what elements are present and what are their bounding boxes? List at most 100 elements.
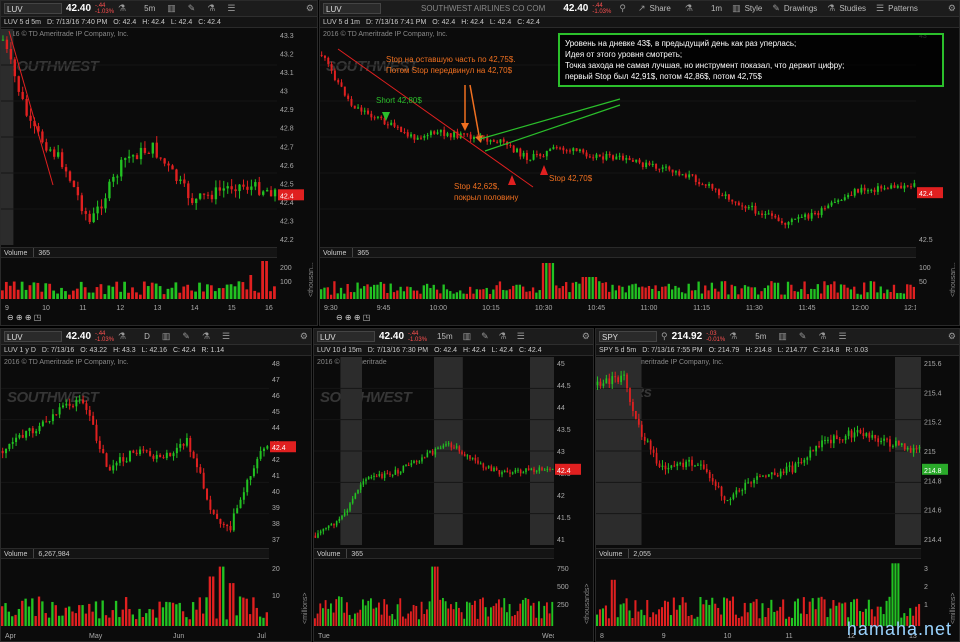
patterns-menu[interactable]: Patterns — [888, 4, 918, 13]
candle-body — [426, 452, 429, 458]
symbol-selector[interactable]: LUV — [4, 3, 62, 14]
candle-body — [320, 54, 323, 56]
drawing-icon[interactable]: ✎ — [799, 331, 807, 342]
candle-body — [906, 447, 909, 450]
studies-menu[interactable]: Studies — [839, 4, 866, 13]
volume-unit-label: <thousan... — [308, 262, 315, 297]
volume-bar — [410, 611, 412, 626]
symbol-selector[interactable]: LUV — [4, 331, 62, 342]
bars-icon[interactable]: ▥ — [778, 331, 787, 342]
candle-body — [449, 133, 452, 138]
candle-body — [45, 142, 48, 151]
volume-bar — [899, 292, 902, 299]
symbol-selector[interactable]: LUV — [317, 331, 375, 342]
interval-selector[interactable]: 5m — [755, 332, 766, 341]
patterns-icon[interactable]: ☰ — [839, 331, 847, 342]
time-tick-label: 11:45 — [799, 305, 816, 312]
volume-bar — [764, 616, 767, 626]
time-tick-label: 11:15 — [693, 305, 710, 312]
volume-bar — [892, 284, 896, 299]
volume-bar — [329, 294, 333, 299]
candle-body — [65, 403, 68, 406]
volume-bar — [257, 292, 261, 299]
candle-body — [780, 221, 783, 223]
link-icon[interactable]: ⚲ — [661, 331, 668, 342]
patterns-icon[interactable]: ☰ — [876, 3, 884, 14]
volume-bar — [206, 284, 209, 299]
drawing-icon[interactable]: ✎ — [772, 3, 780, 14]
candle-body — [896, 185, 899, 188]
studies-icon[interactable]: ⚗ — [499, 331, 507, 342]
bars-icon[interactable]: ▥ — [167, 3, 176, 14]
interval-selector[interactable]: 15m — [437, 332, 453, 341]
link-icon[interactable]: ⚲ — [619, 3, 626, 14]
flask-icon[interactable]: ⚗ — [118, 331, 126, 342]
drawing-icon[interactable]: ✎ — [182, 331, 190, 342]
bars-icon[interactable]: ▥ — [162, 331, 171, 342]
candle-body — [403, 132, 406, 134]
volume-bar — [846, 287, 849, 299]
volume-bar — [829, 284, 833, 299]
bars-icon[interactable]: ▥ — [732, 3, 741, 14]
time-tick-label: 12:00 — [851, 305, 869, 312]
drawing-icon[interactable]: ✎ — [188, 3, 196, 14]
interval-selector[interactable]: D — [144, 332, 150, 341]
drawing-icon[interactable]: ✎ — [481, 331, 489, 342]
settings-icon[interactable]: ⚙ — [948, 331, 956, 342]
zoom-controls[interactable]: ⊖ ⊕ ⊕ ◳ — [336, 313, 370, 322]
candle-body — [418, 461, 421, 463]
candle-body — [874, 435, 877, 439]
settings-icon[interactable]: ⚙ — [948, 3, 956, 14]
volume-unit-label: <thousan... — [950, 262, 957, 297]
volume-header: Volume 365 — [1, 247, 277, 258]
patterns-icon[interactable]: ☰ — [227, 3, 235, 14]
symbol-selector[interactable]: LUV — [323, 3, 381, 14]
settings-icon[interactable]: ⚙ — [300, 331, 308, 342]
volume-bar — [578, 283, 581, 299]
flask-icon[interactable]: ⚗ — [118, 3, 126, 14]
studies-icon[interactable]: ⚗ — [202, 331, 210, 342]
drawings-menu[interactable]: Drawings — [784, 4, 817, 13]
volume-bar — [178, 292, 182, 299]
settings-icon[interactable]: ⚙ — [306, 3, 314, 14]
share-icon[interactable]: ↗ — [638, 3, 646, 14]
volume-bar — [115, 281, 119, 299]
price-tick-label: 40 — [272, 489, 280, 496]
flask-icon[interactable]: ⚗ — [685, 3, 693, 14]
share-button[interactable]: Share — [650, 4, 671, 13]
patterns-icon[interactable]: ☰ — [222, 331, 230, 342]
studies-icon[interactable]: ⚗ — [818, 331, 826, 342]
volume-tick-label: 100 — [919, 265, 931, 272]
interval-selector[interactable]: 5m — [144, 4, 155, 13]
price-tick-label: 215.4 — [924, 390, 942, 397]
flask-icon[interactable]: ⚗ — [729, 331, 737, 342]
studies-icon[interactable]: ⚗ — [827, 3, 835, 14]
bars-icon[interactable]: ▥ — [463, 331, 472, 342]
candle-body — [333, 70, 336, 81]
patterns-icon[interactable]: ☰ — [517, 331, 525, 342]
style-menu[interactable]: Style — [745, 4, 763, 13]
candle-body — [824, 439, 826, 441]
symbol-selector[interactable]: SPY — [599, 331, 657, 342]
candle-body — [8, 443, 11, 449]
candle-body — [84, 211, 87, 214]
volume-bar — [710, 282, 714, 299]
volume-bar — [253, 290, 257, 299]
settings-icon[interactable]: ⚙ — [582, 331, 590, 342]
interval-selector[interactable]: 1m — [711, 4, 722, 13]
volume-bar — [803, 281, 806, 299]
candle-body — [572, 148, 575, 152]
candle-body — [754, 205, 757, 214]
price-tick-label: 214.8 — [924, 478, 942, 485]
volume-bar — [399, 598, 402, 626]
volume-bar — [535, 292, 538, 299]
candle-body — [463, 453, 466, 457]
studies-icon[interactable]: ⚗ — [207, 3, 215, 14]
volume-bar — [601, 608, 604, 626]
candle-body — [206, 194, 210, 196]
candle-body — [794, 463, 797, 473]
zoom-controls[interactable]: ⊖ ⊕ ⊕ ◳ — [7, 313, 41, 322]
time-axis: 9:30 9:45 10:00 10:15 10:30 10:45 11:00 11:15 11… — [324, 305, 916, 312]
price-tick-label: 45 — [272, 409, 280, 416]
volume-bar — [747, 286, 750, 299]
